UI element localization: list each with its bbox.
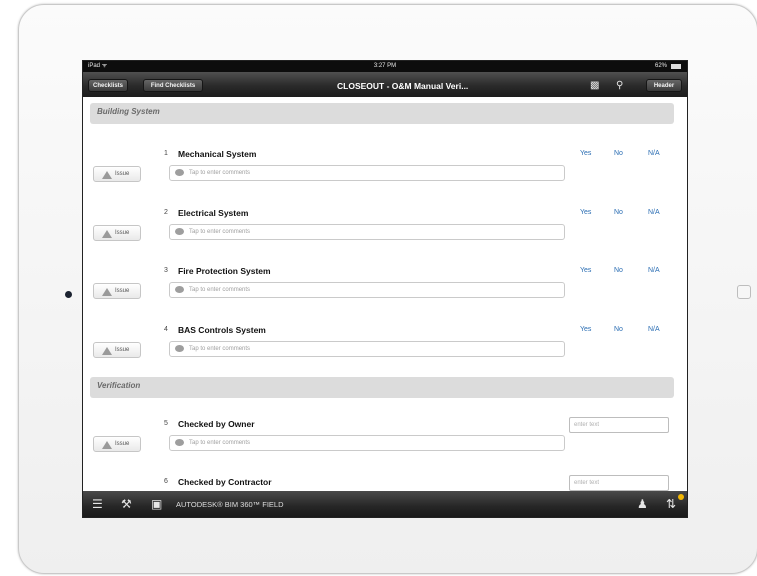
camera-icon[interactable]: ▣ [151, 497, 162, 511]
item-title: Fire Protection System [178, 266, 271, 276]
comment-placeholder: Tap to enter comments [189, 170, 251, 176]
home-button[interactable] [737, 285, 751, 299]
menu-icon[interactable]: ☰ [92, 497, 103, 511]
comment-field[interactable]: Tap to enter comments [169, 435, 565, 451]
issue-label: Issue [115, 288, 130, 294]
checklist-item-3: Issue 3 Fire Protection System Tap to en… [83, 261, 687, 311]
search-icon[interactable]: ⚲ [616, 80, 623, 92]
item-number: 2 [164, 209, 168, 216]
issue-button[interactable]: Issue [93, 166, 141, 182]
answer-na[interactable]: N/A [648, 209, 660, 216]
section-verification: Verification [90, 377, 674, 398]
answer-yes[interactable]: Yes [580, 209, 591, 216]
answer-yes[interactable]: Yes [580, 267, 591, 274]
speech-bubble-icon [175, 439, 184, 446]
app-screen: iPad ᯤ 3:27 PM 62% Checklists Find Check… [82, 60, 688, 518]
status-time: 3:27 PM [373, 63, 397, 69]
warning-icon [102, 288, 112, 296]
speech-bubble-icon [175, 345, 184, 352]
answer-no[interactable]: No [614, 326, 623, 333]
page-title: CLOSEOUT - O&M Manual Veri... [337, 81, 469, 91]
checklist-item-5: Issue 5 Checked by Owner Tap to enter co… [83, 414, 687, 464]
answer-yes[interactable]: Yes [580, 150, 591, 157]
item-title: Electrical System [178, 208, 249, 218]
item-number: 3 [164, 267, 168, 274]
issue-label: Issue [115, 347, 130, 353]
item-title: Checked by Owner [178, 419, 255, 429]
item-title: Mechanical System [178, 149, 257, 159]
issue-label: Issue [115, 230, 130, 236]
warning-icon [102, 347, 112, 355]
battery-icon [671, 64, 681, 69]
answer-na[interactable]: N/A [648, 150, 660, 157]
text-input[interactable]: enter text [569, 475, 669, 491]
header-button[interactable]: Header [646, 79, 682, 92]
brand-label: AUTODESK® BIM 360™ FIELD [176, 500, 284, 509]
speech-bubble-icon [175, 286, 184, 293]
comment-placeholder: Tap to enter comments [189, 229, 251, 235]
battery-percent: 62% [654, 63, 667, 69]
issue-button[interactable]: Issue [93, 225, 141, 241]
answer-yes[interactable]: Yes [580, 326, 591, 333]
comment-placeholder: Tap to enter comments [189, 440, 251, 446]
warning-icon [102, 171, 112, 179]
item-number: 1 [164, 150, 168, 157]
comment-field[interactable]: Tap to enter comments [169, 224, 565, 240]
clipboard-icon[interactable]: ▩ [590, 80, 599, 92]
text-input[interactable]: enter text [569, 417, 669, 433]
status-bar: iPad ᯤ 3:27 PM 62% [83, 61, 687, 72]
item-title: BAS Controls System [178, 325, 266, 335]
item-number: 5 [164, 420, 168, 427]
warning-icon [102, 230, 112, 238]
notification-badge [678, 494, 684, 500]
answer-no[interactable]: No [614, 209, 623, 216]
section-building-system: Building System [90, 103, 674, 124]
comment-field[interactable]: Tap to enter comments [169, 282, 565, 298]
item-title: Checked by Contractor [178, 477, 272, 487]
answer-no[interactable]: No [614, 150, 623, 157]
issue-button[interactable]: Issue [93, 342, 141, 358]
speech-bubble-icon [175, 228, 184, 235]
bottom-toolbar: ☰ ⚒ ▣ AUTODESK® BIM 360™ FIELD ♟ ⇅ [83, 491, 687, 517]
comment-placeholder: Tap to enter comments [189, 346, 251, 352]
item-number: 4 [164, 326, 168, 333]
navigation-bar: Checklists Find Checklists CLOSEOUT - O&… [83, 72, 687, 97]
comment-field[interactable]: Tap to enter comments [169, 165, 565, 181]
front-camera [65, 291, 72, 298]
checklists-button[interactable]: Checklists [88, 79, 128, 92]
checklist-item-4: Issue 4 BAS Controls System Tap to enter… [83, 320, 687, 370]
user-icon[interactable]: ♟ [637, 497, 648, 511]
issue-button[interactable]: Issue [93, 436, 141, 452]
checklist-item-1: Issue 1 Mechanical System Tap to enter c… [83, 144, 687, 194]
comment-field[interactable]: Tap to enter comments [169, 341, 565, 357]
issue-button[interactable]: Issue [93, 283, 141, 299]
checklist-item-2: Issue 2 Electrical System Tap to enter c… [83, 203, 687, 253]
tools-icon[interactable]: ⚒ [121, 497, 132, 511]
warning-icon [102, 441, 112, 449]
issue-label: Issue [115, 171, 130, 177]
find-checklists-button[interactable]: Find Checklists [143, 79, 203, 92]
answer-no[interactable]: No [614, 267, 623, 274]
comment-placeholder: Tap to enter comments [189, 287, 251, 293]
issue-label: Issue [115, 441, 130, 447]
answer-na[interactable]: N/A [648, 326, 660, 333]
answer-na[interactable]: N/A [648, 267, 660, 274]
item-number: 6 [164, 478, 168, 485]
speech-bubble-icon [175, 169, 184, 176]
sync-icon[interactable]: ⇅ [666, 497, 676, 511]
